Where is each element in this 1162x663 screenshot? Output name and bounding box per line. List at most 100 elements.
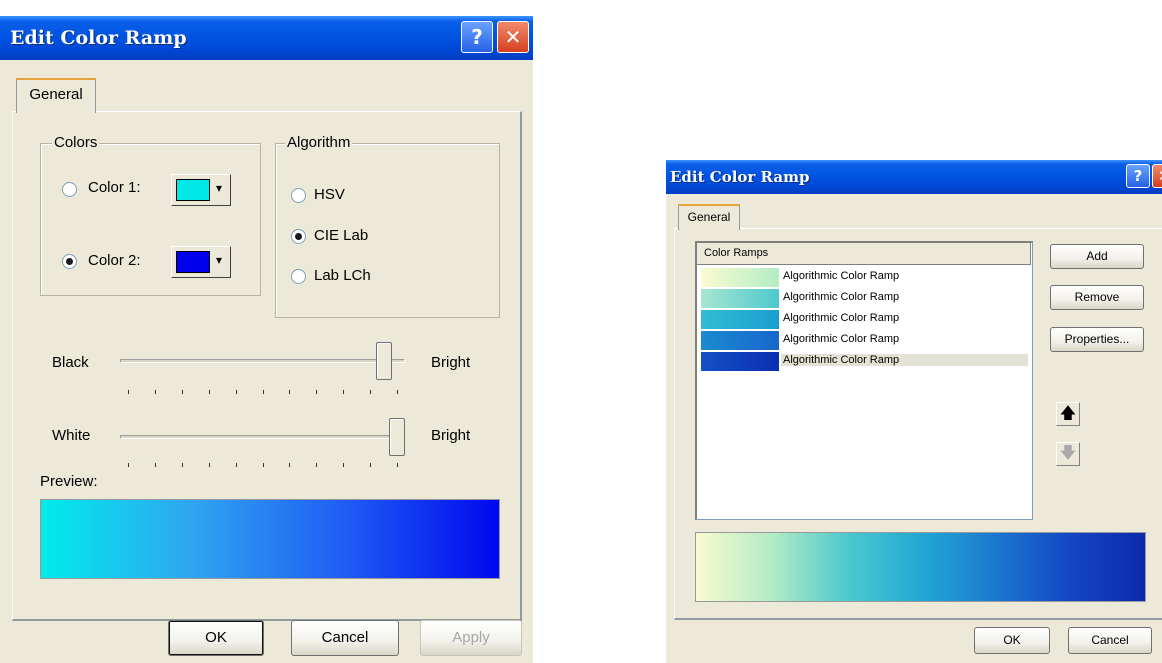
list-item[interactable]: Algorithmic Color Ramp [701, 351, 1028, 372]
ramp-swatch [701, 310, 779, 329]
white-slider-track[interactable] [120, 435, 405, 439]
black-slider-right-label: Bright [431, 354, 471, 371]
arrow-down-icon: 🡇 [1059, 445, 1077, 462]
add-button-label: Add [1086, 249, 1108, 263]
add-button[interactable]: Add [1050, 244, 1144, 269]
tab-general[interactable]: General [16, 78, 96, 113]
cancel-button[interactable]: Cancel [1068, 627, 1152, 654]
white-slider-right-label: Bright [431, 427, 471, 444]
properties-button-label: Properties... [1064, 332, 1130, 346]
ok-button[interactable]: OK [168, 620, 264, 656]
close-button[interactable]: ✕ [1152, 164, 1162, 188]
color2-swatch [176, 251, 210, 273]
slider-tick [343, 390, 345, 394]
slider-tick [181, 463, 183, 467]
color1-picker[interactable]: ▾ [171, 174, 231, 206]
close-button[interactable]: ✕ [497, 21, 529, 53]
ramp-label: Algorithmic Color Ramp [783, 312, 900, 324]
window-title: Edit Color Ramp [10, 27, 187, 49]
color-ramps-list[interactable]: Color Ramps Algorithmic Color Ramp Algori… [695, 241, 1033, 520]
slider-tick [208, 463, 210, 467]
black-slider-thumb[interactable] [375, 342, 392, 380]
cancel-button-label: Cancel [321, 629, 369, 646]
slider-tick [235, 390, 237, 394]
preview-label: Preview: [40, 473, 98, 490]
close-icon: ✕ [1158, 167, 1162, 185]
color-ramps-column-header[interactable]: Color Ramps [697, 243, 1031, 265]
remove-button-label: Remove [1074, 290, 1120, 304]
help-button[interactable]: ? [1126, 164, 1150, 188]
title-bar: Edit Color Ramp ? ✕ [666, 160, 1162, 194]
apply-button-label: Apply [452, 629, 490, 646]
tab-general[interactable]: General [678, 204, 740, 230]
slider-tick [128, 390, 129, 394]
help-icon: ? [1133, 167, 1143, 185]
ramp-preview [695, 532, 1146, 602]
ok-button[interactable]: OK [974, 627, 1050, 654]
slider-tick [397, 390, 398, 394]
slider-tick [262, 463, 264, 467]
move-up-button[interactable]: 🡅 [1056, 402, 1080, 426]
slider-tick [154, 463, 156, 467]
color2-picker[interactable]: ▾ [171, 246, 231, 278]
cancel-button-label: Cancel [1091, 633, 1129, 647]
list-item[interactable]: Algorithmic Color Ramp [701, 309, 1028, 330]
black-slider-left-label: Black [52, 354, 89, 371]
slider-tick [289, 390, 291, 394]
edit-color-ramp-dialog-left: Edit Color Ramp ? ✕ General Colors Color… [0, 16, 533, 663]
ramp-label: Algorithmic Color Ramp [783, 270, 900, 282]
ramp-swatch [701, 268, 779, 287]
slider-tick [397, 463, 398, 467]
algorithm-cielab-radio[interactable] [291, 229, 306, 244]
slider-tick [181, 390, 183, 394]
tab-label: General [29, 86, 83, 103]
slider-tick [154, 390, 156, 394]
slider-tick [128, 463, 129, 467]
algorithm-lablch-radio[interactable] [291, 269, 306, 284]
list-item[interactable]: Algorithmic Color Ramp [701, 288, 1028, 309]
ramp-swatch [701, 289, 779, 308]
list-item[interactable]: Algorithmic Color Ramp [701, 267, 1028, 288]
color2-label: Color 2: [88, 252, 141, 269]
color1-label: Color 1: [88, 179, 141, 196]
preview-ramp [40, 499, 500, 579]
ramp-label: Algorithmic Color Ramp [783, 291, 900, 303]
slider-tick [289, 463, 291, 467]
ok-button-label: OK [205, 629, 227, 646]
algorithm-hsv-radio[interactable] [291, 188, 306, 203]
white-slider-thumb[interactable] [389, 418, 405, 456]
ramp-label: Algorithmic Color Ramp [781, 354, 1028, 366]
slider-tick [316, 463, 318, 467]
tab-label: General [687, 210, 731, 224]
chevron-down-icon: ▾ [216, 253, 223, 267]
title-bar: Edit Color Ramp ? ✕ [0, 16, 533, 60]
black-slider-track[interactable] [120, 359, 405, 363]
algorithm-group-legend: Algorithm [285, 134, 353, 151]
move-down-button[interactable]: 🡇 [1056, 442, 1080, 466]
list-item[interactable]: Algorithmic Color Ramp [701, 330, 1028, 351]
algorithm-hsv-label: HSV [314, 186, 345, 203]
cancel-button[interactable]: Cancel [291, 620, 399, 656]
help-button[interactable]: ? [461, 21, 493, 53]
slider-tick [343, 463, 345, 467]
remove-button[interactable]: Remove [1050, 285, 1144, 310]
slider-tick [208, 390, 210, 394]
properties-button[interactable]: Properties... [1050, 327, 1144, 352]
color1-swatch [176, 179, 210, 201]
chevron-down-icon: ▾ [216, 181, 223, 195]
edit-color-ramp-dialog-right: Edit Color Ramp ? ✕ General Color Ramps … [666, 160, 1162, 663]
slider-tick [316, 390, 318, 394]
algorithm-cielab-label: CIE Lab [314, 227, 369, 244]
slider-tick [370, 390, 372, 394]
color1-radio[interactable] [62, 182, 77, 197]
colors-group-legend: Colors [52, 134, 100, 151]
algorithm-group [275, 143, 500, 318]
apply-button[interactable]: Apply [420, 620, 522, 656]
color2-radio[interactable] [62, 254, 77, 269]
arrow-up-icon: 🡅 [1059, 405, 1077, 422]
close-icon: ✕ [504, 25, 522, 49]
slider-tick [370, 463, 372, 467]
help-icon: ? [471, 25, 483, 49]
white-slider-left-label: White [52, 427, 91, 444]
ramp-label: Algorithmic Color Ramp [783, 333, 900, 345]
